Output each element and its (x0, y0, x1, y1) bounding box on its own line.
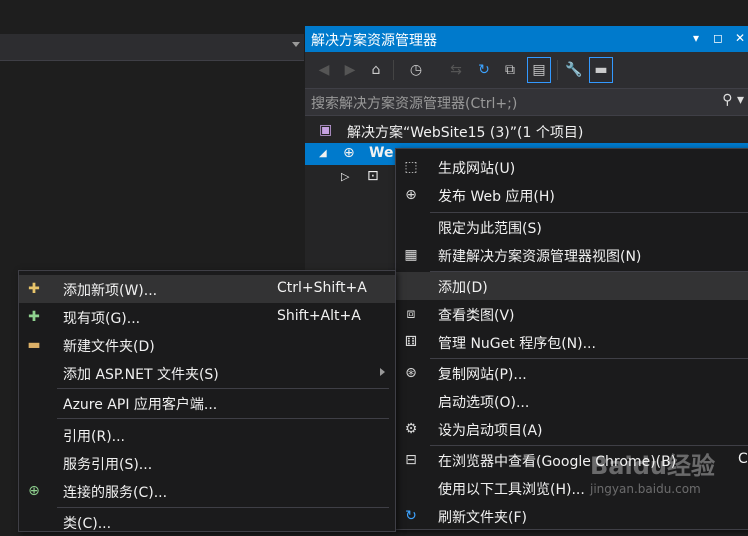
references-icon: ⊡ (367, 168, 379, 184)
baidu-watermark-url: jingyan.baidu.com (590, 482, 701, 496)
refresh-icon: ↻ (405, 508, 417, 524)
refresh-icon[interactable]: ↻ (475, 61, 493, 79)
solution-label: 解决方案“WebSite15 (3)”(1 个项目) (347, 125, 584, 141)
show-all-files-icon[interactable]: ▤ (527, 57, 551, 83)
menu-item-aspnet-folder[interactable]: 添加 ASP.NET 文件夹(S) (19, 359, 395, 387)
menu-item-publish[interactable]: ⊕ 发布 Web 应用(H) (396, 181, 748, 209)
gear-icon: ⚙ (404, 421, 418, 437)
back-icon[interactable]: ◀ (315, 61, 333, 79)
menu-item-build[interactable]: ⬚ 生成网站(U) (396, 153, 748, 181)
dropdown-icon[interactable]: ▾ (688, 29, 704, 47)
menu-item-set-startup[interactable]: ⚙ 设为启动项目(A) (396, 415, 748, 443)
menu-item-new-folder[interactable]: ▬ 新建文件夹(D) (19, 331, 395, 359)
menu-item-class-diagram[interactable]: ⧈ 查看类图(V) (396, 300, 748, 328)
properties-wrench-icon[interactable]: 🔧 (565, 61, 583, 79)
menu-item-azure-api[interactable]: Azure API 应用客户端... (19, 389, 395, 417)
chevron-down-icon[interactable] (292, 42, 300, 47)
close-icon[interactable]: ✕ (732, 29, 748, 47)
maximize-icon[interactable]: ◻ (710, 29, 726, 47)
menu-item-scope[interactable]: 限定为此范围(S) (396, 213, 748, 241)
collapse-all-icon[interactable]: ⧉ (501, 61, 519, 79)
globe-icon: ⊕ (343, 145, 355, 161)
sync-icon[interactable]: ⇆ (447, 61, 465, 79)
panel-title: 解决方案资源管理器 (311, 33, 437, 49)
solution-explorer-title-bar: 解决方案资源管理器 ▾ ◻ ✕ (305, 26, 748, 52)
globe-publish-icon: ⊕ (405, 187, 417, 203)
solution-explorer-search[interactable]: 搜索解决方案资源管理器(Ctrl+;) ⚲ ▾ (305, 88, 748, 116)
menu-item-reference[interactable]: 引用(R)... (19, 421, 395, 449)
new-folder-icon: ▬ (27, 337, 41, 353)
menu-item-service-reference[interactable]: 服务引用(S)... (19, 449, 395, 477)
menu-item-new-view[interactable]: ▦ 新建解决方案资源管理器视图(N) (396, 241, 748, 269)
copy-website-icon: ⊛ (405, 365, 417, 381)
browser-icon: ⊟ (405, 452, 417, 468)
menu-item-add-new-item[interactable]: ✚ 添加新项(W)... Ctrl+Shift+A (19, 275, 395, 303)
expand-triangle-icon[interactable]: ◢ (319, 148, 327, 159)
add-submenu: ✚ 添加新项(W)... Ctrl+Shift+A ✚ 现有项(G)... Sh… (18, 270, 396, 532)
menu-item-nuget[interactable]: ⚅ 管理 NuGet 程序包(N)... (396, 328, 748, 356)
baidu-watermark-logo: Baidu经验 (590, 452, 715, 480)
menu-item-refresh-folder[interactable]: ↻ 刷新文件夹(F) (396, 502, 748, 530)
pending-changes-icon[interactable]: ◷ (407, 61, 425, 79)
forward-icon[interactable]: ▶ (341, 61, 359, 79)
solution-node[interactable]: ▣ 解决方案“WebSite15 (3)”(1 个项目) (305, 120, 748, 142)
connected-service-icon: ⊕ (28, 483, 40, 499)
nuget-icon: ⚅ (404, 334, 418, 350)
search-icon[interactable]: ⚲ ▾ (722, 92, 744, 108)
menu-item-start-options[interactable]: 启动选项(O)... (396, 387, 748, 415)
collapsed-triangle-icon[interactable]: ▷ (341, 170, 349, 183)
menu-item-connected-service[interactable]: ⊕ 连接的服务(C)... (19, 477, 395, 505)
menu-item-existing-item[interactable]: ✚ 现有项(G)... Shift+Alt+A (19, 303, 395, 331)
menu-item-copy-website[interactable]: ⊛ 复制网站(P)... (396, 359, 748, 387)
menu-item-add[interactable]: 添加(D) (396, 272, 748, 300)
solution-icon: ▣ (319, 122, 333, 138)
existing-item-icon: ✚ (28, 309, 40, 325)
home-icon[interactable]: ⌂ (367, 61, 385, 79)
search-input[interactable]: 搜索解决方案资源管理器(Ctrl+;) (311, 93, 517, 113)
build-icon: ⬚ (404, 159, 418, 175)
new-view-icon: ▦ (404, 247, 418, 263)
submenu-arrow-icon (380, 368, 385, 376)
editor-tab-strip (0, 34, 304, 61)
preview-icon[interactable]: ▬ (589, 57, 613, 83)
solution-explorer-toolbar: ◀ ▶ ⌂ ◷ ⇆ ↻ ⧉ ▤ 🔧 ▬ (305, 52, 748, 88)
class-diagram-icon: ⧈ (406, 306, 416, 322)
add-new-item-icon: ✚ (28, 281, 40, 297)
project-label: We (369, 145, 394, 161)
menu-item-class[interactable]: 类(C)... (19, 508, 395, 536)
